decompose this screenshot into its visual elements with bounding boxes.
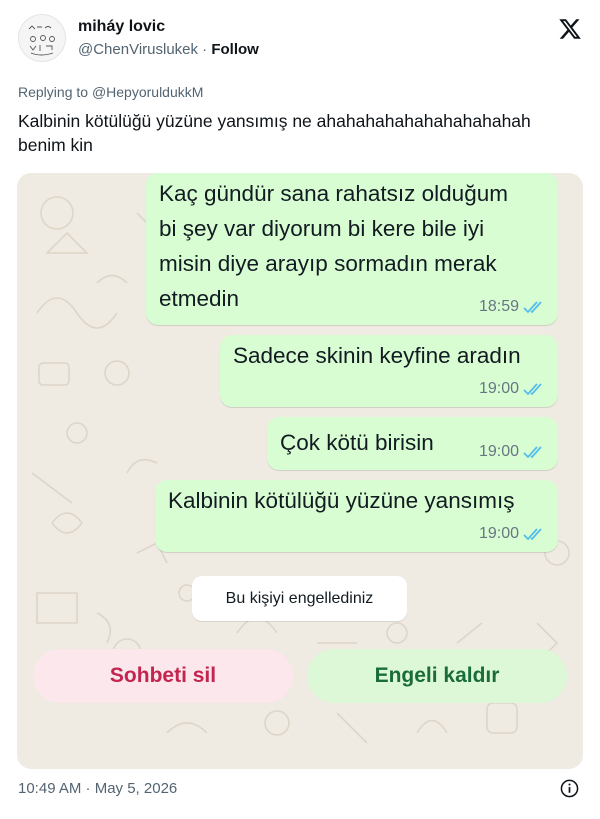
message-time: 18:59 — [478, 298, 519, 315]
read-ticks-icon — [523, 301, 542, 314]
message-meta: 19:00 — [479, 380, 545, 398]
unblock-button[interactable]: Engeli kaldır — [307, 649, 567, 703]
read-ticks-icon — [523, 528, 542, 541]
message-meta: 19:00 — [479, 443, 545, 461]
read-ticks-icon — [523, 446, 542, 459]
delete-chat-button[interactable]: Sohbeti sil — [33, 649, 293, 703]
follow-button[interactable]: Follow — [211, 41, 259, 58]
blocked-notice: Bu kişiyi engellediniz — [192, 576, 407, 621]
info-icon[interactable] — [560, 779, 579, 798]
replying-to-line: Replying to @HepyoruldukkM — [18, 84, 203, 100]
message-time: 19:00 — [478, 443, 519, 460]
message-text: Sadece skinin keyfine aradın — [233, 343, 521, 368]
message-meta: 19:00 — [479, 525, 545, 543]
message-bubble[interactable]: Çok kötü birisin 19:00 — [267, 417, 558, 470]
replying-prefix: Replying to — [18, 84, 92, 100]
message-text: Kaç gündür sana rahatsız olduğum bi şey … — [159, 181, 508, 311]
replying-to-handle[interactable]: @HepyoruldukkM — [92, 84, 203, 100]
message-bubble[interactable]: Sadece skinin keyfine aradın 19:00 — [220, 335, 558, 407]
message-text: Çok kötü birisin — [280, 430, 434, 455]
author-name[interactable]: miháy lovic — [78, 18, 165, 36]
x-logo-icon[interactable] — [558, 17, 582, 41]
message-time: 19:00 — [478, 380, 519, 397]
message-bubble[interactable]: Kaç gündür sana rahatsız olduğum bi şey … — [146, 173, 558, 325]
message-text: Kalbinin kötülüğü yüzüne yansımış — [168, 488, 515, 513]
author-handle-line: @ChenViruslukek · Follow — [78, 41, 259, 58]
message-meta: 18:59 — [479, 298, 545, 316]
tweet-timestamp[interactable]: 10:49 AM · May 5, 2026 — [18, 780, 177, 797]
handle-separator: · — [198, 41, 212, 58]
tweet-header: miháy lovic @ChenViruslukek · Follow — [18, 14, 584, 64]
chat-screenshot: Kaç gündür sana rahatsız olduğum bi şey … — [17, 173, 583, 769]
read-ticks-icon — [523, 383, 542, 396]
avatar-doodle-icon — [19, 15, 65, 61]
author-handle[interactable]: @ChenViruslukek — [78, 41, 198, 58]
message-bubble[interactable]: Kalbinin kötülüğü yüzüne yansımış 19:00 — [155, 480, 558, 552]
avatar[interactable] — [18, 14, 66, 62]
message-time: 19:00 — [478, 525, 519, 542]
tweet-text: Kalbinin kötülüğü yüzüne yansımış ne aha… — [18, 111, 531, 155]
